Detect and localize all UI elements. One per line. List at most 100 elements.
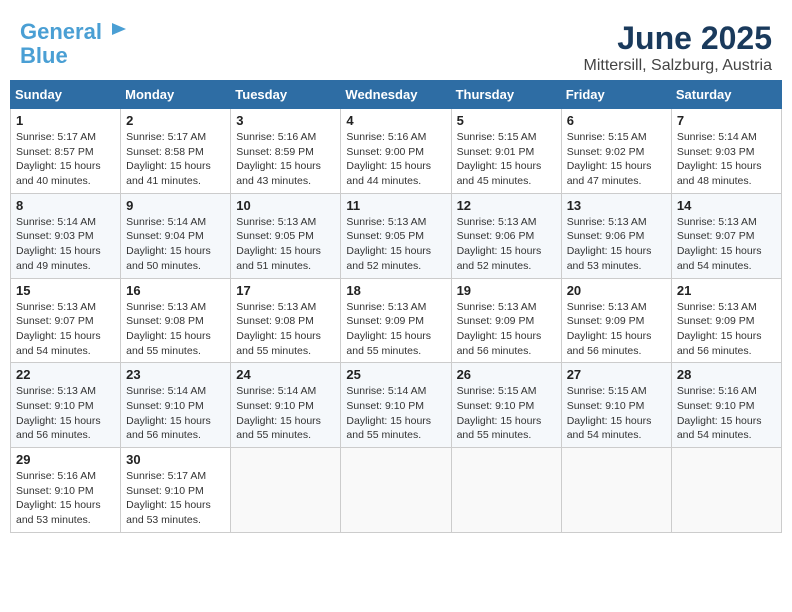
calendar-cell: 4 Sunrise: 5:16 AM Sunset: 9:00 PM Daylig… xyxy=(341,109,451,194)
day-number: 24 xyxy=(236,367,335,382)
calendar-week-row: 1Sunrise: 5:17 AM Sunset: 8:57 PM Daylig… xyxy=(11,109,782,194)
calendar-cell: 2 Sunrise: 5:17 AM Sunset: 8:58 PM Daylig… xyxy=(121,109,231,194)
col-header-saturday: Saturday xyxy=(671,81,781,109)
day-info: Sunrise: 5:13 AM Sunset: 9:07 PM Dayligh… xyxy=(16,300,115,359)
title-area: June 2025 Mittersill, Salzburg, Austria xyxy=(583,20,772,75)
day-info: Sunrise: 5:13 AM Sunset: 9:05 PM Dayligh… xyxy=(346,215,445,274)
day-info: Sunrise: 5:13 AM Sunset: 9:10 PM Dayligh… xyxy=(16,384,115,443)
calendar-cell: 19 Sunrise: 5:13 AM Sunset: 9:09 PM Dayli… xyxy=(451,278,561,363)
calendar-cell: 15 Sunrise: 5:13 AM Sunset: 9:07 PM Dayli… xyxy=(11,278,121,363)
day-number: 21 xyxy=(677,283,776,298)
day-info: Sunrise: 5:14 AM Sunset: 9:10 PM Dayligh… xyxy=(126,384,225,443)
day-number: 9 xyxy=(126,198,225,213)
col-header-tuesday: Tuesday xyxy=(231,81,341,109)
day-number: 14 xyxy=(677,198,776,213)
day-info: Sunrise: 5:16 AM Sunset: 8:59 PM Dayligh… xyxy=(236,130,335,189)
calendar-cell: 5 Sunrise: 5:15 AM Sunset: 9:01 PM Daylig… xyxy=(451,109,561,194)
day-info: Sunrise: 5:13 AM Sunset: 9:06 PM Dayligh… xyxy=(567,215,666,274)
day-number: 22 xyxy=(16,367,115,382)
day-number: 8 xyxy=(16,198,115,213)
day-info: Sunrise: 5:16 AM Sunset: 9:00 PM Dayligh… xyxy=(346,130,445,189)
calendar-cell: 3 Sunrise: 5:16 AM Sunset: 8:59 PM Daylig… xyxy=(231,109,341,194)
calendar-cell xyxy=(671,448,781,533)
calendar-table: SundayMondayTuesdayWednesdayThursdayFrid… xyxy=(10,80,782,533)
day-number: 12 xyxy=(457,198,556,213)
day-info: Sunrise: 5:17 AM Sunset: 9:10 PM Dayligh… xyxy=(126,469,225,528)
day-number: 10 xyxy=(236,198,335,213)
calendar-cell: 13Sunrise: 5:13 AM Sunset: 9:06 PM Dayli… xyxy=(561,193,671,278)
calendar-cell: 11 Sunrise: 5:13 AM Sunset: 9:05 PM Dayli… xyxy=(341,193,451,278)
calendar-week-row: 15 Sunrise: 5:13 AM Sunset: 9:07 PM Dayli… xyxy=(11,278,782,363)
calendar-cell xyxy=(451,448,561,533)
calendar-week-row: 8 Sunrise: 5:14 AM Sunset: 9:03 PM Daylig… xyxy=(11,193,782,278)
calendar-week-row: 22 Sunrise: 5:13 AM Sunset: 9:10 PM Dayli… xyxy=(11,363,782,448)
month-title: June 2025 xyxy=(583,20,772,57)
calendar-cell: 17 Sunrise: 5:13 AM Sunset: 9:08 PM Dayli… xyxy=(231,278,341,363)
day-info: Sunrise: 5:16 AM Sunset: 9:10 PM Dayligh… xyxy=(677,384,776,443)
day-number: 7 xyxy=(677,113,776,128)
col-header-sunday: Sunday xyxy=(11,81,121,109)
col-header-thursday: Thursday xyxy=(451,81,561,109)
calendar-cell: 29Sunrise: 5:16 AM Sunset: 9:10 PM Dayli… xyxy=(11,448,121,533)
calendar-cell: 23 Sunrise: 5:14 AM Sunset: 9:10 PM Dayli… xyxy=(121,363,231,448)
calendar-week-row: 29Sunrise: 5:16 AM Sunset: 9:10 PM Dayli… xyxy=(11,448,782,533)
logo-flag-icon xyxy=(110,21,128,39)
day-number: 17 xyxy=(236,283,335,298)
col-header-monday: Monday xyxy=(121,81,231,109)
day-info: Sunrise: 5:15 AM Sunset: 9:10 PM Dayligh… xyxy=(567,384,666,443)
header: General Blue June 2025 Mittersill, Salzb… xyxy=(10,10,782,80)
location-title: Mittersill, Salzburg, Austria xyxy=(583,57,772,75)
calendar-cell xyxy=(561,448,671,533)
day-info: Sunrise: 5:13 AM Sunset: 9:09 PM Dayligh… xyxy=(457,300,556,359)
day-info: Sunrise: 5:13 AM Sunset: 9:07 PM Dayligh… xyxy=(677,215,776,274)
day-number: 15 xyxy=(16,283,115,298)
day-number: 3 xyxy=(236,113,335,128)
calendar-cell: 24 Sunrise: 5:14 AM Sunset: 9:10 PM Dayli… xyxy=(231,363,341,448)
calendar-cell: 21 Sunrise: 5:13 AM Sunset: 9:09 PM Dayli… xyxy=(671,278,781,363)
calendar-cell: 6Sunrise: 5:15 AM Sunset: 9:02 PM Daylig… xyxy=(561,109,671,194)
day-number: 11 xyxy=(346,198,445,213)
calendar-cell: 20 Sunrise: 5:13 AM Sunset: 9:09 PM Dayli… xyxy=(561,278,671,363)
calendar-cell: 9Sunrise: 5:14 AM Sunset: 9:04 PM Daylig… xyxy=(121,193,231,278)
day-number: 20 xyxy=(567,283,666,298)
calendar-cell: 26 Sunrise: 5:15 AM Sunset: 9:10 PM Dayli… xyxy=(451,363,561,448)
day-info: Sunrise: 5:13 AM Sunset: 9:09 PM Dayligh… xyxy=(567,300,666,359)
day-number: 23 xyxy=(126,367,225,382)
day-info: Sunrise: 5:16 AM Sunset: 9:10 PM Dayligh… xyxy=(16,469,115,528)
day-number: 4 xyxy=(346,113,445,128)
calendar-cell xyxy=(231,448,341,533)
day-number: 18 xyxy=(346,283,445,298)
day-info: Sunrise: 5:14 AM Sunset: 9:03 PM Dayligh… xyxy=(16,215,115,274)
logo-blue: Blue xyxy=(20,43,68,68)
col-header-wednesday: Wednesday xyxy=(341,81,451,109)
calendar-cell: 10Sunrise: 5:13 AM Sunset: 9:05 PM Dayli… xyxy=(231,193,341,278)
day-info: Sunrise: 5:13 AM Sunset: 9:09 PM Dayligh… xyxy=(346,300,445,359)
day-info: Sunrise: 5:17 AM Sunset: 8:58 PM Dayligh… xyxy=(126,130,225,189)
day-number: 19 xyxy=(457,283,556,298)
calendar-cell: 27 Sunrise: 5:15 AM Sunset: 9:10 PM Dayli… xyxy=(561,363,671,448)
day-number: 30 xyxy=(126,452,225,467)
day-number: 16 xyxy=(126,283,225,298)
day-number: 27 xyxy=(567,367,666,382)
calendar-cell: 12 Sunrise: 5:13 AM Sunset: 9:06 PM Dayli… xyxy=(451,193,561,278)
calendar-cell: 1Sunrise: 5:17 AM Sunset: 8:57 PM Daylig… xyxy=(11,109,121,194)
day-info: Sunrise: 5:14 AM Sunset: 9:10 PM Dayligh… xyxy=(346,384,445,443)
calendar-cell: 25Sunrise: 5:14 AM Sunset: 9:10 PM Dayli… xyxy=(341,363,451,448)
calendar-cell: 7Sunrise: 5:14 AM Sunset: 9:03 PM Daylig… xyxy=(671,109,781,194)
day-info: Sunrise: 5:15 AM Sunset: 9:10 PM Dayligh… xyxy=(457,384,556,443)
day-info: Sunrise: 5:13 AM Sunset: 9:06 PM Dayligh… xyxy=(457,215,556,274)
day-number: 26 xyxy=(457,367,556,382)
calendar-cell: 8 Sunrise: 5:14 AM Sunset: 9:03 PM Daylig… xyxy=(11,193,121,278)
calendar-cell: 28Sunrise: 5:16 AM Sunset: 9:10 PM Dayli… xyxy=(671,363,781,448)
calendar-cell: 30 Sunrise: 5:17 AM Sunset: 9:10 PM Dayli… xyxy=(121,448,231,533)
day-number: 5 xyxy=(457,113,556,128)
day-info: Sunrise: 5:14 AM Sunset: 9:10 PM Dayligh… xyxy=(236,384,335,443)
logo-text: General Blue xyxy=(20,20,128,68)
day-info: Sunrise: 5:13 AM Sunset: 9:09 PM Dayligh… xyxy=(677,300,776,359)
calendar-header-row: SundayMondayTuesdayWednesdayThursdayFrid… xyxy=(11,81,782,109)
day-info: Sunrise: 5:15 AM Sunset: 9:01 PM Dayligh… xyxy=(457,130,556,189)
day-info: Sunrise: 5:13 AM Sunset: 9:08 PM Dayligh… xyxy=(126,300,225,359)
day-number: 2 xyxy=(126,113,225,128)
day-info: Sunrise: 5:17 AM Sunset: 8:57 PM Dayligh… xyxy=(16,130,115,189)
day-info: Sunrise: 5:13 AM Sunset: 9:08 PM Dayligh… xyxy=(236,300,335,359)
